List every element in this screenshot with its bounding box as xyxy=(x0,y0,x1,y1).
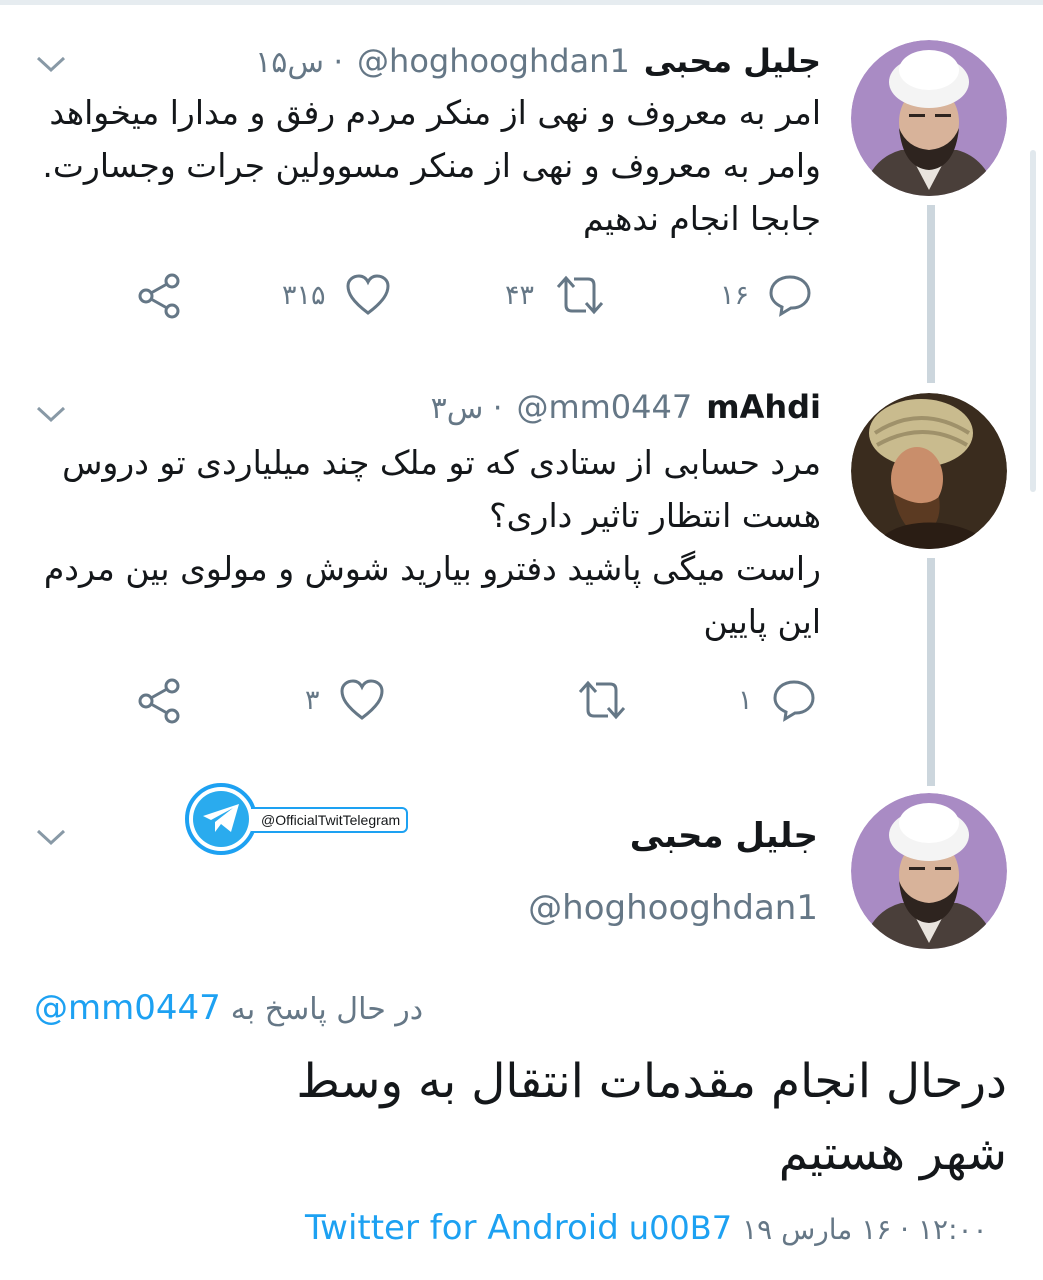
tweet-time[interactable]: ۳س · xyxy=(431,391,503,426)
reply-count: ۱۶ xyxy=(720,279,750,311)
reply-mention-link[interactable]: @mm0447 xyxy=(34,988,221,1028)
tweet-line: مرد حسابی از ستادی که تو ملک چند میلیارد… xyxy=(62,443,821,482)
tweet-line: هست انتظار تاثیر داری؟ xyxy=(489,496,821,535)
tweet-meta: ۱۲:۰۰ · ۱۶ مارس ۱۹ u00B7 Twitter for And… xyxy=(305,1208,988,1248)
reply-icon xyxy=(769,275,811,317)
tweet-header: mAhdi @mm0447 ۳س · xyxy=(431,388,821,426)
heart-icon xyxy=(340,679,384,720)
author-name[interactable]: mAhdi xyxy=(706,388,821,426)
watermark-text: @OfficialTwitTelegram xyxy=(251,807,409,833)
avatar-portrait-image xyxy=(851,393,1007,549)
tweet-text: امر به معروف و نهی از منکر مردم رفق و مد… xyxy=(42,86,821,245)
like-button[interactable]: ۳ xyxy=(305,678,386,722)
tweet-line: شهر هستیم xyxy=(778,1126,1007,1181)
reply-count: ۱ xyxy=(738,684,753,716)
share-button[interactable] xyxy=(136,273,184,319)
main-tweet-text: درحال انجام مقدمات انتقال به وسط شهر هست… xyxy=(296,1046,1007,1190)
author-handle[interactable]: @hoghooghdan1 xyxy=(357,42,630,80)
retweet-button[interactable] xyxy=(556,678,630,722)
retweet-icon xyxy=(578,680,626,720)
reply-icon xyxy=(773,680,815,722)
scrollbar[interactable] xyxy=(1030,150,1036,492)
like-count: ۳۱۵ xyxy=(282,279,326,311)
author-name[interactable]: جلیل محبی xyxy=(644,42,821,80)
replying-to: در حال پاسخ به @mm0447 xyxy=(34,988,423,1028)
chevron-down-icon[interactable] xyxy=(36,405,66,423)
avatar-cleric-image xyxy=(851,40,1007,196)
avatar-mahdi[interactable] xyxy=(851,393,1007,549)
main-author-name[interactable]: جلیل محبی xyxy=(630,816,818,856)
reply-button[interactable]: ۱ xyxy=(738,678,817,722)
tweet-timestamp: ۱۲:۰۰ · ۱۶ مارس ۱۹ xyxy=(742,1213,988,1246)
like-count: ۳ xyxy=(305,684,320,716)
retweet-count: ۴۳ xyxy=(505,279,535,311)
retweet-button[interactable]: ۴۳ xyxy=(505,273,608,317)
tweet-line: این پایین xyxy=(703,602,821,641)
tweet-text: مرد حسابی از ستادی که تو ملک چند میلیارد… xyxy=(44,436,821,648)
thread-connector xyxy=(927,205,935,383)
avatar-jalil[interactable] xyxy=(851,40,1007,196)
top-divider xyxy=(0,0,1043,5)
like-button[interactable]: ۳۱۵ xyxy=(282,273,392,317)
share-icon xyxy=(138,678,180,724)
chevron-down-icon[interactable] xyxy=(36,828,66,846)
tweet-line: درحال انجام مقدمات انتقال به وسط xyxy=(296,1054,1007,1109)
share-button[interactable] xyxy=(136,678,184,724)
reply-prefix: در حال پاسخ به xyxy=(230,992,424,1027)
chevron-down-icon[interactable] xyxy=(36,55,66,73)
meta-separator: u00B7 xyxy=(628,1209,733,1247)
watermark-badge xyxy=(185,783,257,855)
main-author-handle[interactable]: @hoghooghdan1 xyxy=(528,888,818,928)
tweet-source-link[interactable]: Twitter for Android xyxy=(305,1208,619,1248)
reply-button[interactable]: ۱۶ xyxy=(720,273,813,317)
tweet-line: وامر به معروف و نهی از منکر مسوولین جرات… xyxy=(42,146,821,185)
bird-plane-icon xyxy=(203,804,239,832)
tweet-line: راست میگی پاشید دفترو بیارید شوش و مولوی… xyxy=(43,549,821,588)
heart-icon xyxy=(346,274,390,315)
tweet-header: جلیل محبی @hoghooghdan1 ۱۵س · xyxy=(255,42,821,80)
tweet-line: امر به معروف و نهی از منکر مردم رفق و مد… xyxy=(49,93,821,132)
tweet-line: جابجا انجام ندهیم xyxy=(583,199,821,238)
avatar-cleric-image xyxy=(851,793,1007,949)
thread-connector xyxy=(927,558,935,786)
avatar-jalil-main[interactable] xyxy=(851,793,1007,949)
author-handle[interactable]: @mm0447 xyxy=(516,388,692,426)
share-icon xyxy=(138,273,180,319)
tweet-time[interactable]: ۱۵س · xyxy=(255,45,343,80)
retweet-icon xyxy=(556,275,604,315)
telegram-watermark: @OfficialTwitTelegram xyxy=(185,783,415,857)
